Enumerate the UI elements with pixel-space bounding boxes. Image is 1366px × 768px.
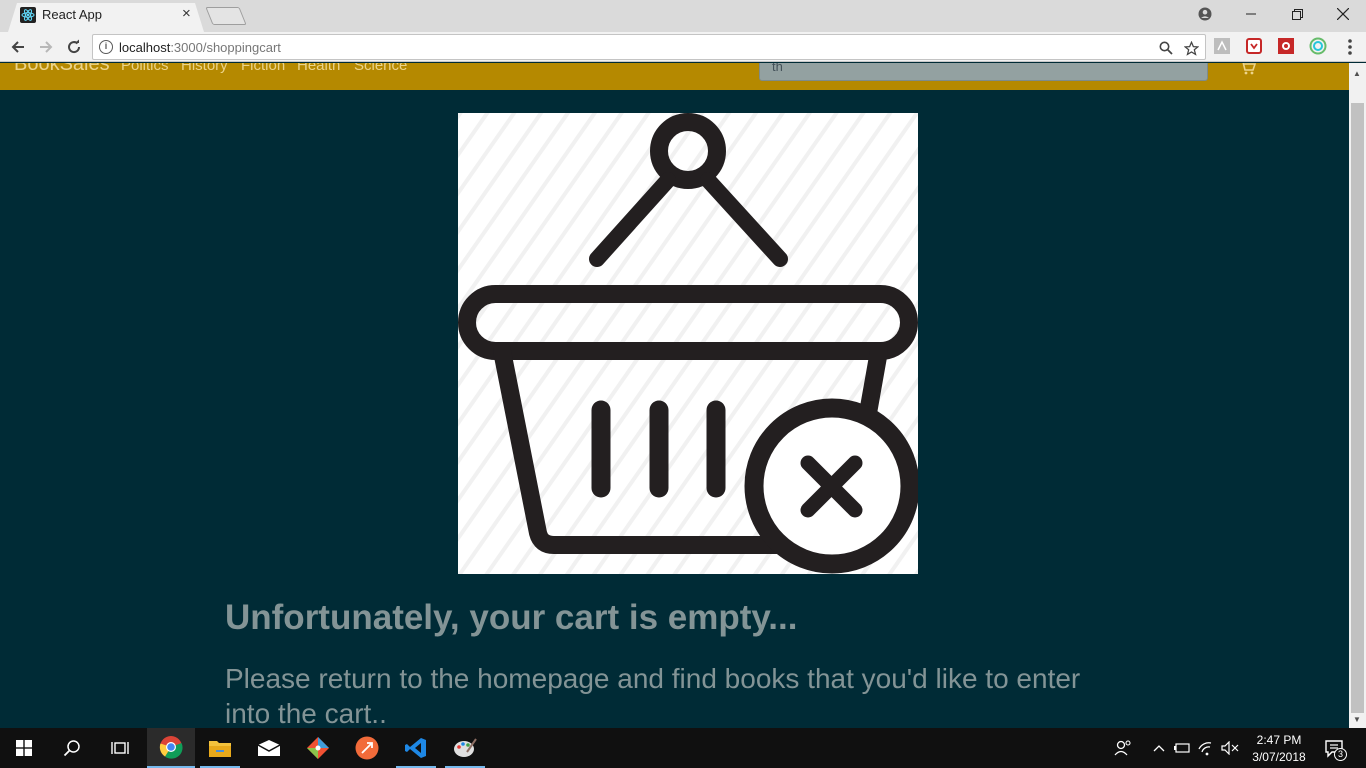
profile-icon <box>1198 7 1212 21</box>
search-icon <box>63 740 80 757</box>
back-button[interactable] <box>8 37 28 57</box>
windows-logo-icon <box>16 740 32 756</box>
page-scrollbar[interactable]: ▲ ▼ <box>1349 63 1366 728</box>
tab-close-icon[interactable]: × <box>182 6 191 22</box>
url-host: localhost <box>119 40 171 55</box>
chevron-up-icon[interactable] <box>1149 738 1169 758</box>
circle-extension-icon[interactable] <box>1309 37 1327 55</box>
nav-link-fiction[interactable]: Fiction <box>241 63 285 74</box>
nav-link-politics[interactable]: Politics <box>121 63 169 74</box>
address-bar[interactable]: i localhost:3000/shoppingcart <box>92 34 1206 60</box>
taskbar-clock[interactable]: 2:47 PM 3/07/2018 <box>1248 732 1310 766</box>
taskbar-vscode[interactable] <box>392 728 440 768</box>
empty-cart-heading: Unfortunately, your cart is empty... <box>225 598 798 637</box>
palette-icon <box>454 738 477 757</box>
new-tab-button[interactable] <box>205 7 247 25</box>
tab-title: React App <box>42 7 102 22</box>
volume-muted-icon[interactable] <box>1220 738 1240 758</box>
taskbar-chrome[interactable] <box>147 728 195 768</box>
empty-cart-image <box>458 113 918 574</box>
task-view-button[interactable] <box>96 728 144 768</box>
vscode-icon <box>405 738 426 758</box>
zoom-button[interactable] <box>1157 39 1175 57</box>
restore-button[interactable] <box>1274 0 1320 28</box>
empty-basket-icon <box>458 113 918 574</box>
react-favicon-icon <box>20 7 36 23</box>
browser-toolbar: i localhost:3000/shoppingcart <box>0 32 1366 62</box>
taskbar-file-explorer[interactable] <box>196 728 244 768</box>
brand-logo[interactable]: BookSales <box>14 63 110 76</box>
scroll-down-icon[interactable]: ▼ <box>1353 715 1361 724</box>
search-button[interactable] <box>48 728 96 768</box>
folder-icon <box>209 741 231 757</box>
star-icon <box>1183 40 1199 56</box>
nav-link-history[interactable]: History <box>181 63 228 74</box>
magnifier-icon <box>1159 41 1173 55</box>
scroll-up-icon[interactable]: ▲ <box>1353 69 1361 78</box>
postman-icon <box>355 736 379 760</box>
forward-button[interactable] <box>36 37 56 57</box>
nav-link-science[interactable]: Science <box>354 63 407 74</box>
info-icon[interactable]: i <box>99 40 113 54</box>
git-diamond-icon <box>307 737 329 759</box>
task-view-icon <box>111 742 129 754</box>
chrome-menu-button[interactable] <box>1340 37 1360 57</box>
clock-time: 2:47 PM <box>1256 733 1302 747</box>
red-extension-icon[interactable] <box>1277 37 1295 55</box>
restore-icon <box>1291 8 1303 20</box>
bookmark-button[interactable] <box>1182 39 1200 57</box>
shield-extension-icon[interactable] <box>1245 37 1263 55</box>
search-input-value: th <box>772 63 783 74</box>
people-icon[interactable] <box>1113 738 1133 758</box>
minimize-icon <box>1246 13 1256 15</box>
pdf-extension-icon[interactable] <box>1213 37 1231 55</box>
profile-button[interactable] <box>1182 0 1228 28</box>
taskbar-postman[interactable] <box>343 728 391 768</box>
mail-icon <box>257 740 281 756</box>
url-text[interactable]: localhost:3000/shoppingcart <box>119 40 281 55</box>
empty-cart-message: Please return to the homepage and find b… <box>225 663 1081 729</box>
taskbar-gitkraken[interactable] <box>294 728 342 768</box>
scrollbar-thumb[interactable] <box>1351 103 1364 713</box>
wifi-icon[interactable] <box>1197 738 1217 758</box>
chrome-icon <box>159 736 183 759</box>
reload-button[interactable] <box>64 37 84 57</box>
browser-tab[interactable] <box>8 3 204 32</box>
nav-link-health[interactable]: Health <box>297 63 340 74</box>
reload-icon <box>68 39 81 54</box>
shopping-cart-icon[interactable] <box>1240 63 1256 75</box>
forward-arrow-icon <box>40 41 53 53</box>
notification-count-badge: 3 <box>1334 748 1347 761</box>
windows-taskbar: 2:47 PM 3/07/2018 3 <box>0 728 1366 768</box>
minimize-button[interactable] <box>1228 0 1274 28</box>
battery-icon[interactable] <box>1172 738 1192 758</box>
taskbar-paint[interactable] <box>441 728 489 768</box>
url-path: :3000/shoppingcart <box>170 40 281 55</box>
close-window-button[interactable] <box>1320 0 1366 28</box>
start-button[interactable] <box>0 728 48 768</box>
close-icon <box>1337 8 1349 20</box>
more-vert-icon <box>1348 39 1352 55</box>
back-arrow-icon <box>11 41 24 53</box>
taskbar-mail[interactable] <box>245 728 293 768</box>
site-navbar: BookSales Politics History Fiction Healt… <box>0 63 1349 90</box>
clock-date: 3/07/2018 <box>1252 750 1306 764</box>
browser-tab-strip: React App × <box>0 0 1366 32</box>
search-input[interactable]: th <box>759 63 1208 81</box>
